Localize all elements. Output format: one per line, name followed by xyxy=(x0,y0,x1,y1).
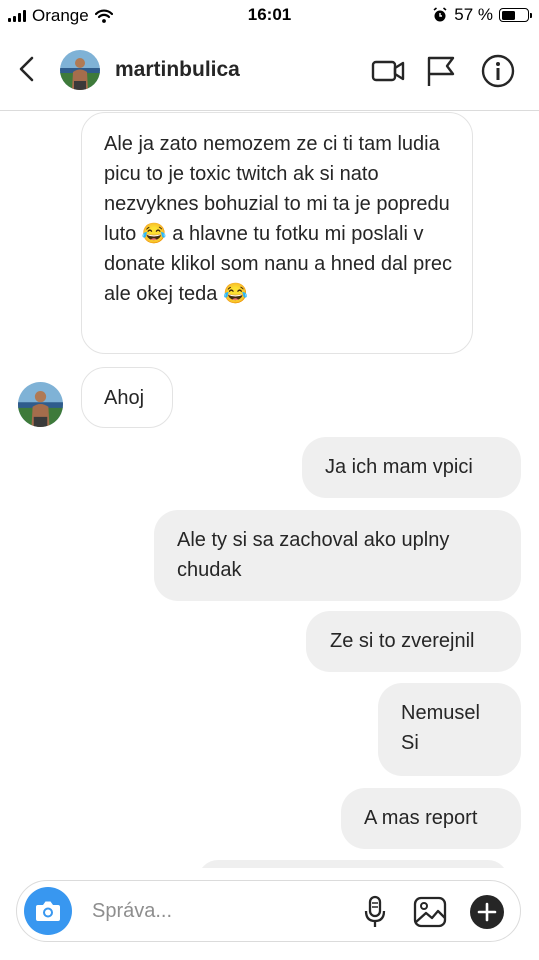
message-text: Nemusel Si xyxy=(401,702,480,754)
chevron-left-icon[interactable] xyxy=(14,54,42,84)
info-icon[interactable] xyxy=(480,54,516,88)
message-outgoing[interactable]: Nemusel Si xyxy=(378,683,521,776)
message-input[interactable]: Správa... xyxy=(92,900,172,923)
image-icon[interactable] xyxy=(412,894,448,930)
chat-header: martinbulica xyxy=(0,32,539,111)
status-right: 57 % xyxy=(432,5,532,25)
message-text: Ze si to zverejnil xyxy=(330,630,475,652)
message-text: Ahoj xyxy=(104,387,145,409)
microphone-icon[interactable] xyxy=(357,894,393,930)
status-bar: Orange 16:01 57 % xyxy=(0,0,539,32)
message-text: Ale ja zato nemozem ze ci ti tam ludia p… xyxy=(104,133,453,305)
message-outgoing-partial[interactable] xyxy=(198,860,508,868)
message-incoming[interactable]: Ale ja zato nemozem ze ci ti tam ludia p… xyxy=(81,112,473,354)
plus-circle-icon[interactable] xyxy=(469,894,505,930)
camera-button[interactable] xyxy=(24,887,72,935)
avatar[interactable] xyxy=(18,382,63,427)
message-outgoing[interactable]: Ze si to zverejnil xyxy=(306,611,521,672)
battery-icon xyxy=(499,8,532,22)
video-camera-icon[interactable] xyxy=(370,54,406,88)
message-thread[interactable]: Ale ja zato nemozem ze ci ti tam ludia p… xyxy=(0,110,539,868)
message-outgoing[interactable]: Ja ich mam vpici xyxy=(302,437,521,498)
message-text: Ja ich mam vpici xyxy=(325,456,473,478)
flag-icon[interactable] xyxy=(423,54,459,88)
alarm-icon xyxy=(433,7,447,22)
battery-percent: 57 % xyxy=(454,5,493,24)
message-outgoing[interactable]: Ale ty si sa zachoval ako uplny chudak xyxy=(154,510,521,601)
message-text: Ale ty si sa zachoval ako uplny chudak xyxy=(177,529,450,581)
message-composer: Správa... xyxy=(16,880,521,942)
message-outgoing[interactable]: A mas report xyxy=(341,788,521,849)
message-incoming[interactable]: Ahoj xyxy=(81,367,173,428)
chat-username[interactable]: martinbulica xyxy=(115,58,240,82)
message-text: A mas report xyxy=(364,807,478,829)
camera-icon xyxy=(36,901,60,921)
avatar[interactable] xyxy=(60,50,100,90)
